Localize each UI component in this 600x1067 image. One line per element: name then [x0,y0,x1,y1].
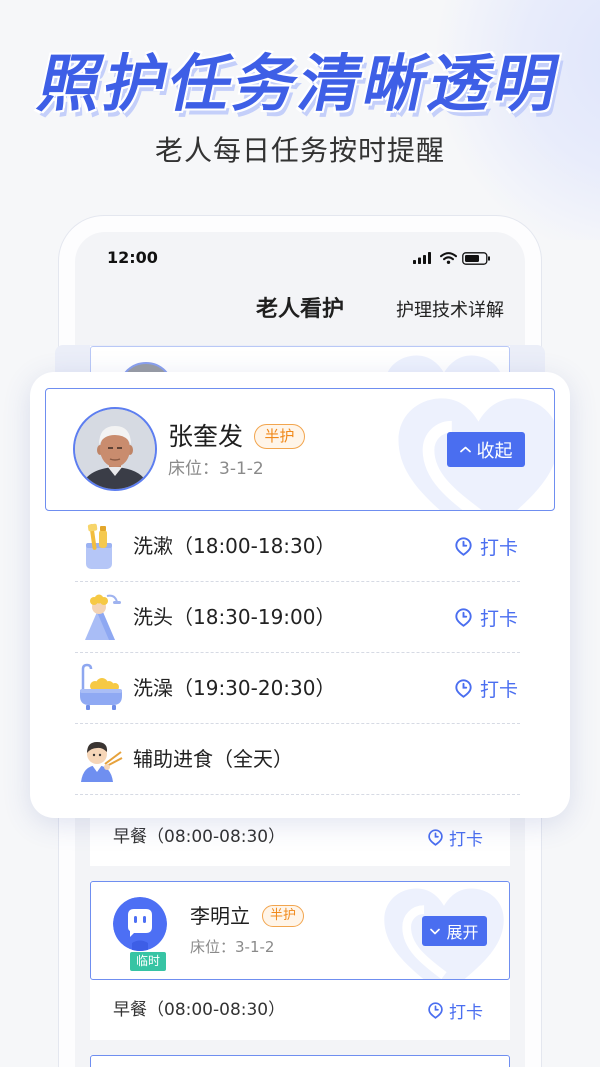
punch-in-label: 打卡 [480,607,519,630]
wash-icon [86,523,112,569]
care-level-badge: 半护 [254,424,305,449]
elder-card [90,1055,510,1067]
feeding-icon [81,742,123,782]
task-label: 洗头（18:30-19:00） [133,605,336,629]
task-label: 洗漱（18:00-18:30） [133,534,336,558]
clock-icon [428,1001,443,1019]
punch-in-label: 打卡 [480,678,519,701]
task-row: 洗澡（19:30-20:30） 打卡 [75,653,520,724]
clock-icon [455,678,472,698]
punch-in-button[interactable]: 打卡 [455,653,518,723]
punch-in-label: 打卡 [449,829,483,850]
expand-label: 展开 [446,923,479,942]
expand-button[interactable]: 展开 [422,916,487,946]
punch-in-button[interactable]: 打卡 [455,582,518,652]
status-time: 12:00 [107,248,158,267]
punch-in-button[interactable]: 打卡 [455,511,518,581]
clock-icon [455,607,472,627]
task-list: 洗漱（18:00-18:30） 打卡 洗头（18:30-19:00） 打卡 洗澡… [75,511,520,795]
task-row: 洗头（18:30-19:00） 打卡 [75,582,520,653]
task-row: 辅助进食（全天） [75,724,520,795]
bed-number: 床位：3-1-2 [190,938,275,956]
elder-card-header[interactable]: 临时 李明立 半护 床位：3-1-2 展开 [90,881,510,980]
expanded-elder-card: 张奎发 半护 床位：3-1-2 收起 洗漱（18:00-18:30） 打卡 洗头… [30,372,570,818]
bed-number: 床位：3-1-2 [168,459,264,479]
elder-card-header[interactable]: 张奎发 半护 床位：3-1-2 收起 [45,388,555,511]
care-technique-link[interactable]: 护理技术详解 [396,300,504,322]
task-label: 早餐（08:00-08:30） [113,1000,286,1020]
chevron-up-icon [459,446,471,453]
wifi-icon [440,252,457,264]
elder-name: 李明立 [190,904,250,928]
promo-subtitle: 老人每日任务按时提醒 [154,134,445,167]
elder-card-header[interactable] [90,1055,510,1067]
avatar [73,407,157,491]
punch-in-label: 打卡 [449,1002,483,1023]
clock-icon [455,536,472,556]
hair-wash-icon [85,594,121,640]
robot-face-icon [113,897,167,951]
headline-text: 照护任务清晰透明 [32,47,568,120]
bath-icon [80,663,122,710]
signal-icon [413,252,431,264]
elder-photo [75,409,155,489]
battery-icon [462,252,490,265]
elder-name: 张奎发 [168,422,244,451]
task-label: 辅助进食（全天） [133,747,293,771]
task-row: 早餐（08:00-08:30） 打卡 [90,980,510,1040]
promo-headline: 照护任务清晰透明 [0,46,600,126]
punch-in-label: 打卡 [480,536,519,559]
care-level-badge: 半护 [262,905,304,927]
temporary-tag: 临时 [129,951,167,972]
task-row: 洗漱（18:00-18:30） 打卡 [75,511,520,582]
collapse-button[interactable]: 收起 [447,432,525,467]
chevron-down-icon [430,928,441,934]
page-title: 老人看护 [255,297,344,322]
elder-card: 临时 李明立 半护 床位：3-1-2 展开 早餐（08:00-08:30） 打卡 [90,881,510,1040]
task-label: 洗澡（19:30-20:30） [133,676,336,700]
clock-icon [428,828,443,846]
robot-avatar [113,897,167,951]
punch-in-button[interactable]: 打卡 [428,980,483,1040]
collapse-label: 收起 [476,440,513,462]
